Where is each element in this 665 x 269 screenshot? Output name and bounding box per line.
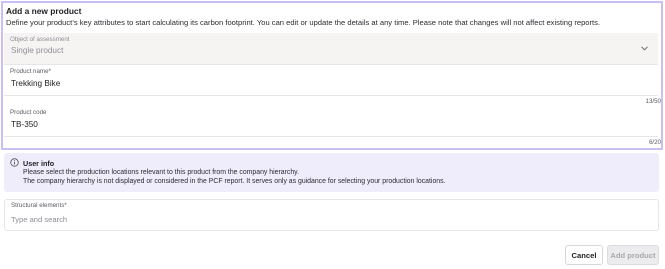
add-product-button[interactable]: Add product <box>607 245 659 265</box>
user-info-banner: User info Please select the production l… <box>4 153 659 192</box>
product-name-field[interactable]: Product name* Trekking Bike <box>4 65 658 96</box>
product-code-label: Product code <box>10 109 47 116</box>
product-code-counter: 6/20 <box>648 139 661 146</box>
structural-elements-search-input[interactable] <box>11 213 611 225</box>
user-info-text-2: The company hierarchy is not displayed o… <box>23 178 446 185</box>
info-icon <box>10 158 19 167</box>
product-name-label: Product name* <box>10 68 51 75</box>
object-of-assessment-value: Single product <box>11 46 64 55</box>
structural-elements-field[interactable]: Structural elements* <box>4 199 659 231</box>
structural-elements-label: Structural elements* <box>11 202 67 209</box>
user-info-text-1: Please select the production locations r… <box>23 169 300 176</box>
panel-title: Add a new product <box>6 6 82 16</box>
panel-description: Define your product’s key attributes to … <box>6 18 601 27</box>
cancel-button[interactable]: Cancel <box>565 245 603 265</box>
user-info-title: User info <box>23 159 55 168</box>
product-code-field[interactable]: Product code TB-350 <box>4 106 658 137</box>
product-name-counter: 13/50 <box>645 98 661 105</box>
product-name-value[interactable]: Trekking Bike <box>11 79 60 88</box>
chevron-down-icon[interactable] <box>640 44 649 53</box>
object-of-assessment-select[interactable]: Object of assessment Single product <box>4 33 658 65</box>
object-of-assessment-label: Object of assessment <box>10 36 70 43</box>
product-code-value[interactable]: TB-350 <box>11 120 38 129</box>
